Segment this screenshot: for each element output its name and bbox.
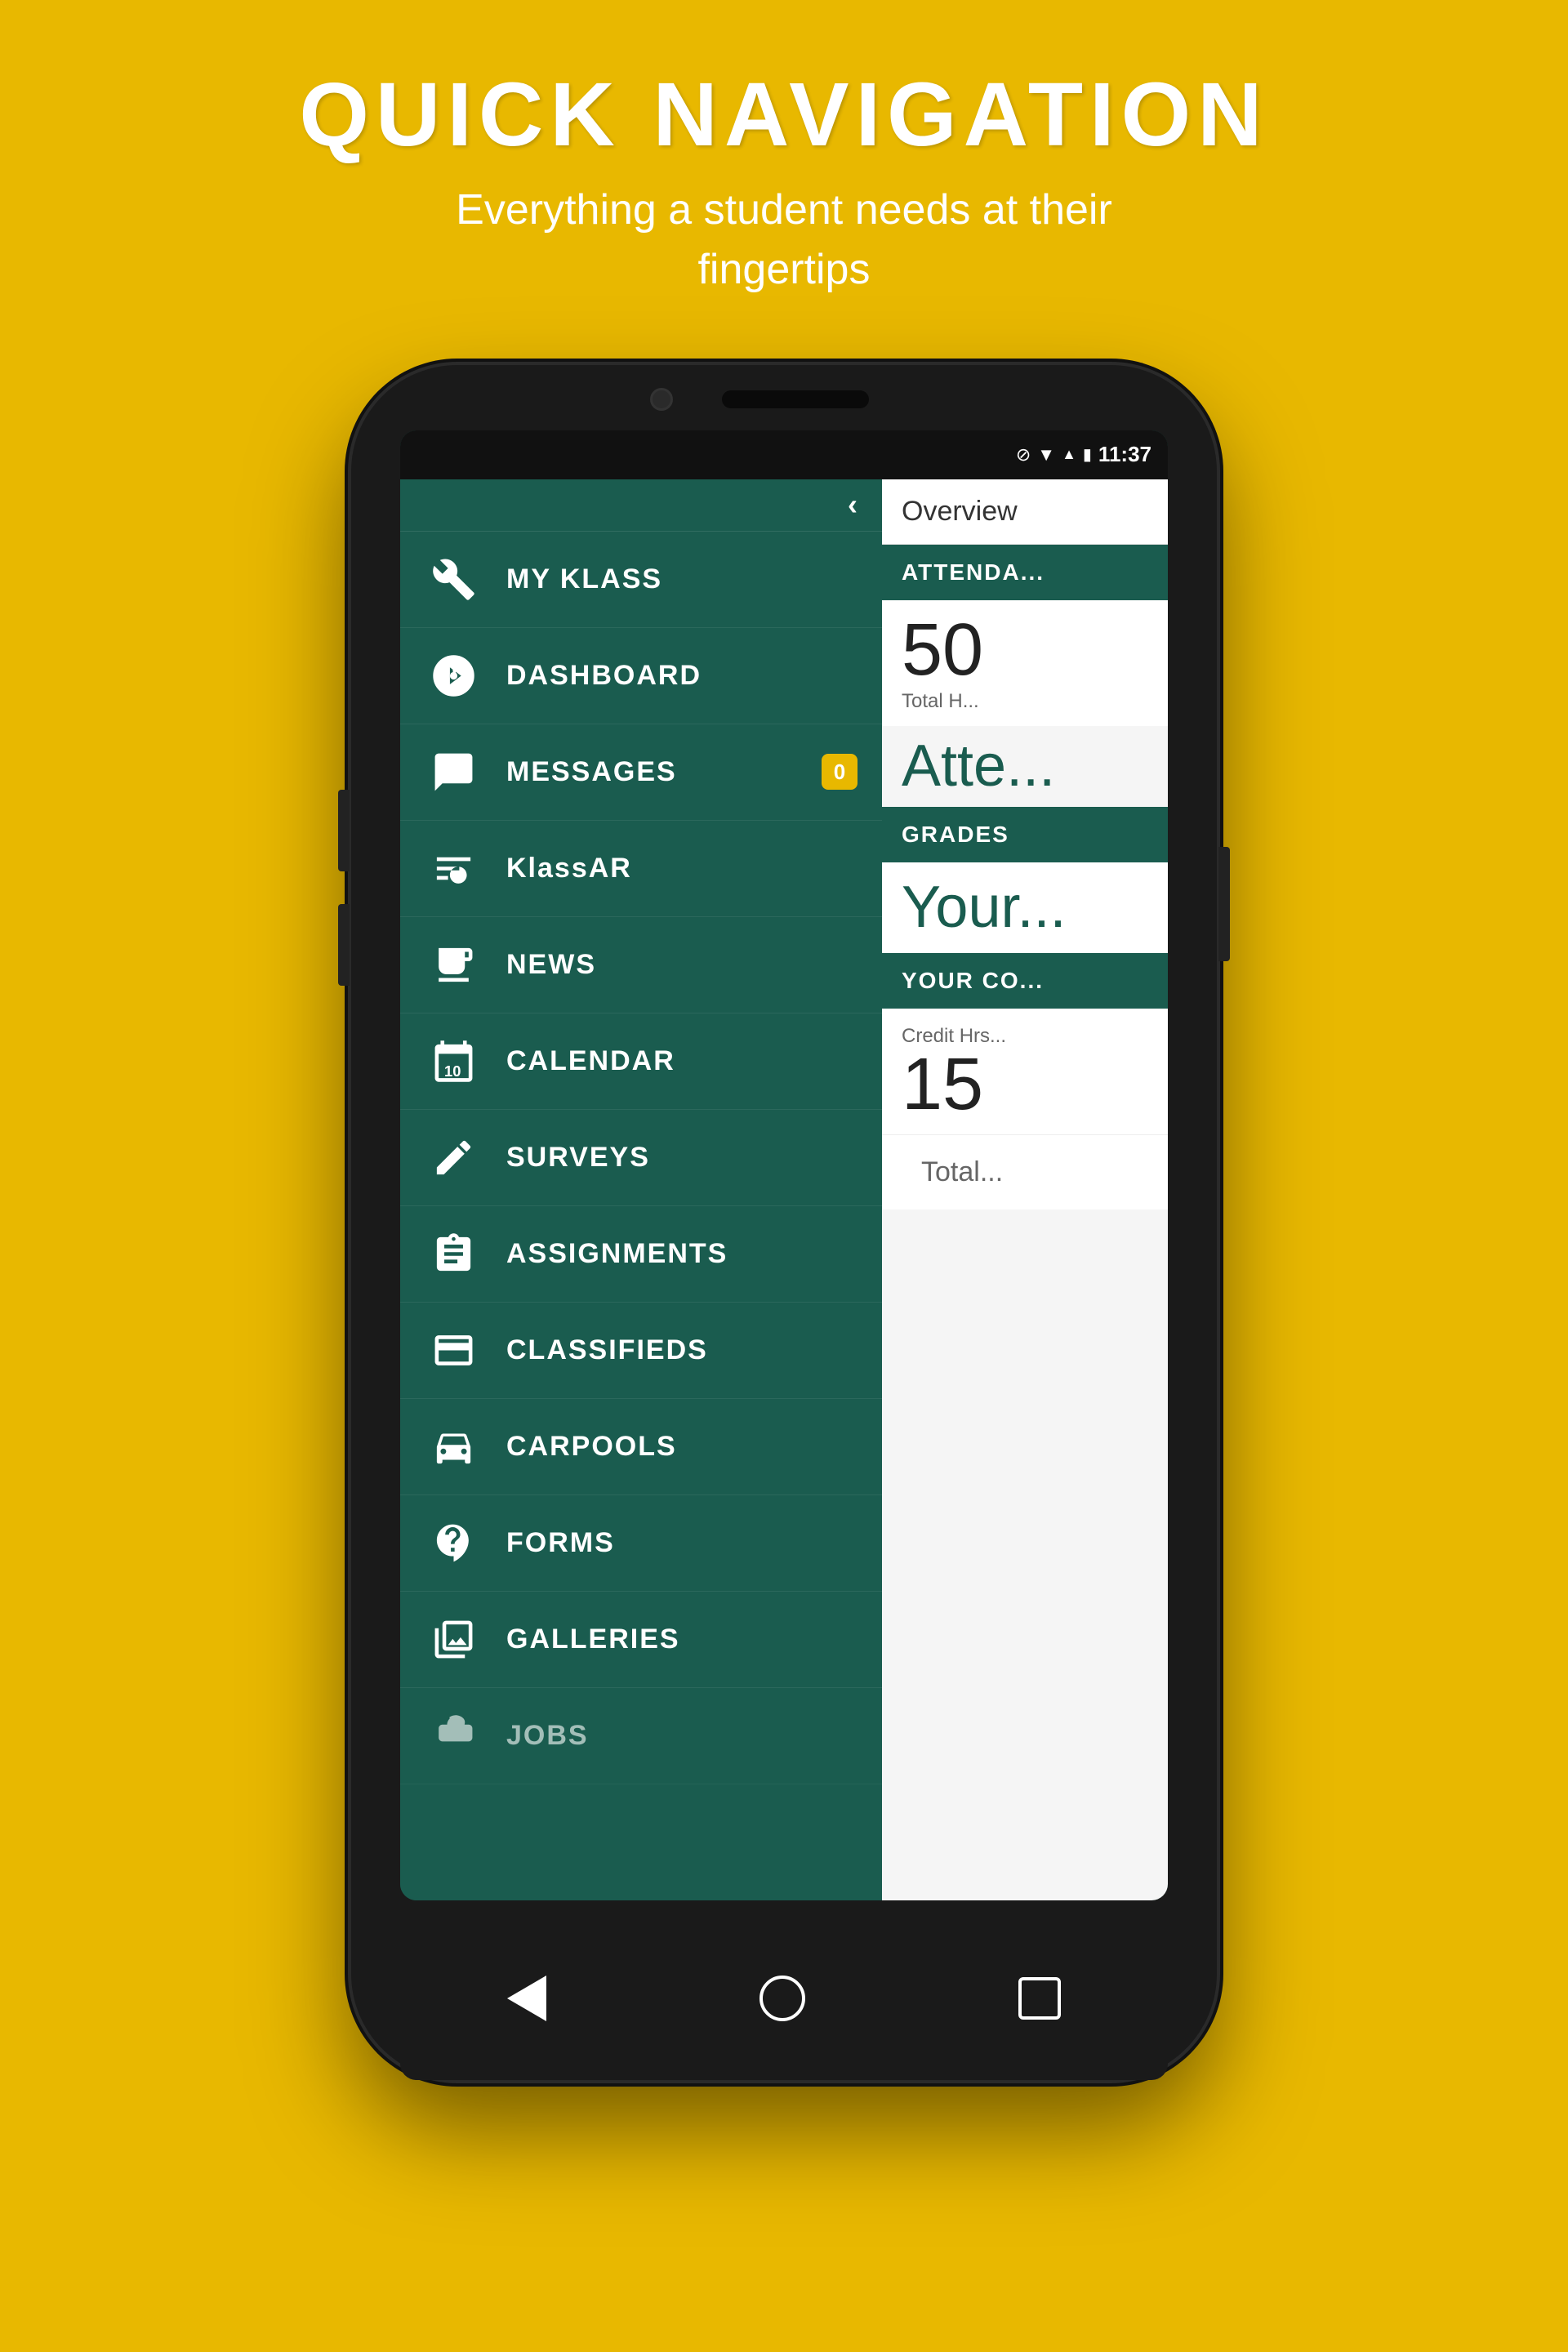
klassar-icon <box>425 840 482 897</box>
battery-icon: ▮ <box>1083 444 1092 465</box>
attendance-word-section: Atte... <box>882 726 1168 807</box>
volume-down-button[interactable] <box>338 904 350 986</box>
nav-item-jobs[interactable]: JOBS <box>400 1688 882 1784</box>
carpools-icon <box>425 1418 482 1475</box>
galleries-icon <box>425 1610 482 1668</box>
nav-label-surveys: SURVEYS <box>506 1142 650 1174</box>
nav-header: ‹ <box>400 479 882 532</box>
news-icon <box>425 936 482 993</box>
speaker <box>722 390 869 408</box>
nav-item-forms[interactable]: FORMS <box>400 1495 882 1592</box>
attendance-number: 50 <box>902 613 1148 687</box>
no-disturb-icon: ⊘ <box>1016 444 1031 466</box>
status-time: 11:37 <box>1098 442 1152 467</box>
page-subtitle: Everything a student needs at their fing… <box>416 180 1152 300</box>
total-label: Total... <box>902 1147 1148 1198</box>
nav-label-klassar: KlassAR <box>506 853 632 884</box>
nav-item-surveys[interactable]: SURVEYS <box>400 1110 882 1206</box>
back-icon[interactable]: ‹ <box>848 488 858 522</box>
nav-label-messages: MESSAGES <box>506 756 677 788</box>
recents-hardware-button[interactable] <box>1018 1977 1061 2020</box>
attendance-total-section: 50 Total H... <box>882 600 1168 726</box>
forms-icon <box>425 1514 482 1571</box>
assignments-icon <box>425 1225 482 1282</box>
nav-item-carpools[interactable]: CARPOOLS <box>400 1399 882 1495</box>
status-bar: ⊘ ▼ ▲ ▮ 11:37 <box>400 430 1168 479</box>
front-camera <box>650 388 673 411</box>
svg-text:10: 10 <box>444 1062 461 1079</box>
dashboard-icon <box>425 647 482 704</box>
home-hardware-button[interactable] <box>760 1976 805 2021</box>
jobs-icon <box>425 1707 482 1764</box>
nav-item-news[interactable]: NEWS <box>400 917 882 1013</box>
nav-label-galleries: GALLERIES <box>506 1624 680 1655</box>
nav-item-messages[interactable]: MESSAGES 0 <box>400 724 882 821</box>
grades-section-header: GRADES <box>882 807 1168 862</box>
nav-label-assignments: ASSIGNMENTS <box>506 1238 728 1270</box>
overview-header: Overview <box>882 479 1168 545</box>
nav-label-my-klass: MY KLASS <box>506 564 662 595</box>
nav-item-calendar[interactable]: 10 CALENDAR <box>400 1013 882 1110</box>
nav-item-dashboard[interactable]: DASHBOARD <box>400 628 882 724</box>
nav-item-my-klass[interactable]: MY KLASS <box>400 532 882 628</box>
nav-label-dashboard: DASHBOARD <box>506 660 702 692</box>
nav-label-jobs: JOBS <box>506 1720 589 1752</box>
app-content: ‹ MY KLASS DASHBOARD <box>400 479 1168 1900</box>
grades-word: Your... <box>902 875 1148 940</box>
right-panel: Overview ATTENDA... 50 Total H... Atte..… <box>882 479 1168 1900</box>
messages-badge: 0 <box>822 754 858 790</box>
attendance-section-header: ATTENDA... <box>882 545 1168 600</box>
attendance-header-label: ATTENDA... <box>902 559 1148 586</box>
nav-item-classifieds[interactable]: CLASSIFIEDS <box>400 1303 882 1399</box>
page-background: QUICK NAVIGATION Everything a student ne… <box>0 0 1568 2352</box>
attendance-sub-label: Total H... <box>902 690 1148 713</box>
overview-title: Overview <box>902 496 1148 528</box>
surveys-icon <box>425 1129 482 1186</box>
page-title: QUICK NAVIGATION <box>299 65 1268 164</box>
volume-up-button[interactable] <box>338 790 350 871</box>
grades-section-content: Your... <box>882 862 1168 953</box>
nav-label-carpools: CARPOOLS <box>506 1431 677 1463</box>
phone-screen: ⊘ ▼ ▲ ▮ 11:37 ‹ <box>400 430 1168 1900</box>
nav-item-klassar[interactable]: KlassAR <box>400 821 882 917</box>
nav-label-calendar: CALENDAR <box>506 1045 675 1077</box>
nav-label-classifieds: CLASSIFIEDS <box>506 1334 708 1366</box>
courses-header-label: YOUR CO... <box>902 968 1148 994</box>
grades-header-label: GRADES <box>902 822 1148 848</box>
attendance-word-label: Atte... <box>902 734 1148 799</box>
nav-item-galleries[interactable]: GALLERIES <box>400 1592 882 1688</box>
credit-section-content: Credit Hrs... 15 <box>882 1009 1168 1134</box>
power-button[interactable] <box>1218 847 1230 961</box>
courses-section-header: YOUR CO... <box>882 953 1168 1009</box>
phone-bottom-nav <box>400 1917 1168 2080</box>
page-header: QUICK NAVIGATION Everything a student ne… <box>299 0 1268 349</box>
wrench-icon <box>425 550 482 608</box>
classifieds-icon <box>425 1321 482 1379</box>
nav-item-assignments[interactable]: ASSIGNMENTS <box>400 1206 882 1303</box>
total-section: Total... <box>882 1134 1168 1209</box>
signal-icon: ▲ <box>1062 446 1076 463</box>
wifi-icon: ▼ <box>1037 444 1055 466</box>
nav-drawer: ‹ MY KLASS DASHBOARD <box>400 479 882 1900</box>
credit-number: 15 <box>902 1048 1148 1121</box>
phone-device: ⊘ ▼ ▲ ▮ 11:37 ‹ <box>351 365 1217 2080</box>
nav-label-forms: FORMS <box>506 1527 615 1559</box>
back-hardware-button[interactable] <box>507 1976 546 2021</box>
nav-label-news: NEWS <box>506 949 596 981</box>
messages-icon <box>425 743 482 800</box>
calendar-icon: 10 <box>425 1032 482 1089</box>
status-icons: ⊘ ▼ ▲ ▮ 11:37 <box>1016 442 1152 467</box>
